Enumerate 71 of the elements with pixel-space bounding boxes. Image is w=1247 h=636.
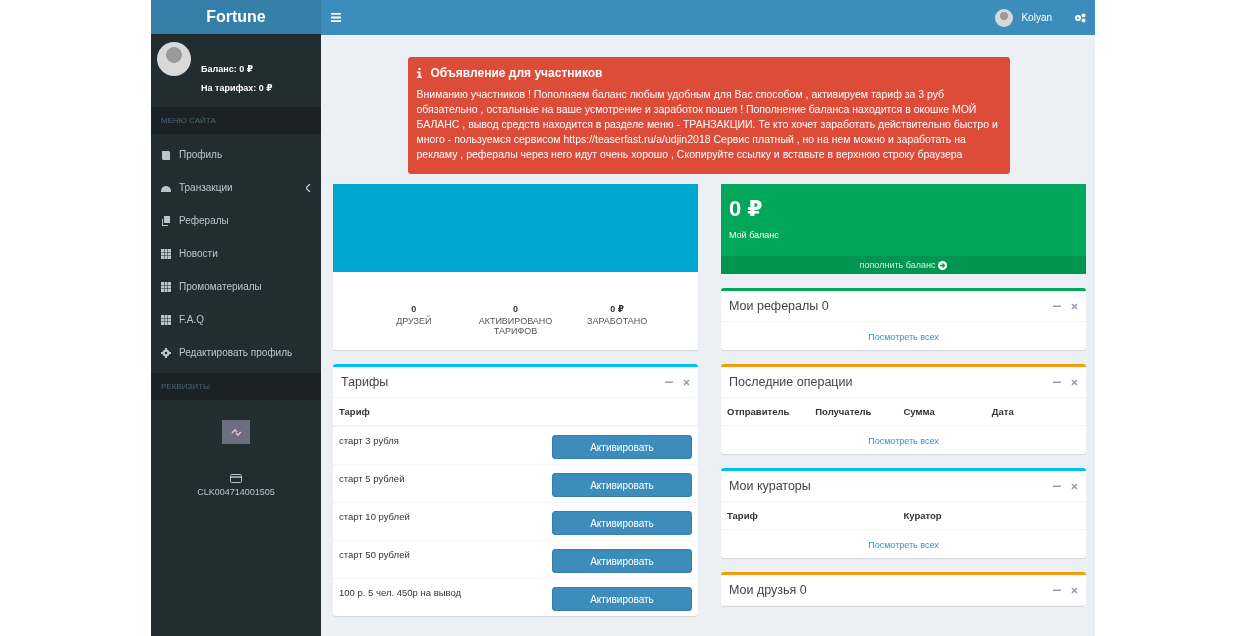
book-icon: [161, 149, 171, 160]
sidebar-item[interactable]: F.A.Q: [151, 303, 321, 336]
link-button[interactable]: [222, 420, 250, 444]
arrow-circle-icon: [938, 260, 948, 270]
settings-icon: [161, 347, 171, 358]
stat-label: ЗАРАБОТАНО: [587, 316, 648, 326]
menu-header: МЕНЮ САЙТА: [151, 107, 321, 134]
box-title: Последние операции: [729, 375, 854, 389]
table-cell: старт 50 рублей: [339, 549, 410, 560]
info-icon: [416, 68, 422, 78]
box-title: Тарифы: [341, 375, 390, 389]
settings-icon[interactable]: [1074, 12, 1086, 23]
announcement-text: Вниманию участников ! Пополняем баланс любым удобным для Вас способом , активируем тариф за 3 руб обязательно , остальные на ваше усмотрение и заработок пошел ! Пополнение баланса находится в окошке МОЙ БАЛАНС , вывод средств находится в разделе меню - ТРАНЗАКЦИИ. Те кто хочет заработать действительно быстро и много - пользуемся сервисом https://teaserfast.ru/a/udjin2018 Сервис платный , но на нем можно и заработать на рекламу , рефералы через него идут очень хорошо , Скопируйте ссылку и вставьте в верхнюю строку браузера: [416, 87, 999, 162]
close-icon[interactable]: [1071, 302, 1078, 310]
grid-icon: [161, 248, 171, 259]
column-header: Сумма: [903, 406, 936, 417]
table-cell: 100 р. 5 чел. 450р на вывод: [339, 587, 462, 598]
avatar: [995, 8, 1014, 27]
view-all-link[interactable]: Посмотреть всех: [868, 332, 939, 342]
column-header: Получатель: [815, 406, 873, 417]
tariffs-text: На тарифах: 0 ₽: [201, 83, 273, 93]
activate-button[interactable]: Активировать: [552, 549, 692, 573]
close-icon[interactable]: [683, 378, 690, 386]
section-header: РЕКВИЗИТЫ: [151, 373, 321, 400]
stat-value: 0 ₽: [610, 304, 625, 314]
column-header: Тариф: [727, 510, 759, 521]
activate-button[interactable]: Активировать: [552, 473, 692, 497]
grid-icon: [161, 314, 171, 325]
sidebar-item[interactable]: Редактировать профиль: [151, 336, 321, 369]
card-icon: [230, 474, 242, 483]
column-header: Тариф: [339, 406, 371, 417]
sidebar-item[interactable]: Транзакции: [151, 171, 321, 204]
chevron-icon: [306, 183, 311, 192]
box-title: Мои кураторы: [729, 479, 812, 493]
copy-icon: [161, 215, 171, 226]
balance-amount: 0 ₽: [729, 196, 764, 222]
box-title: Мои друзья 0: [729, 583, 808, 597]
table-cell: старт 3 рубля: [339, 435, 399, 446]
table-cell: старт 5 рублей: [339, 473, 405, 484]
top-up-link[interactable]: пополнить баланс: [721, 256, 1086, 274]
view-all-link[interactable]: Посмотреть всех: [868, 540, 939, 550]
balance-label: Мой баланс: [729, 230, 780, 240]
stat-label: ДРУЗЕЙ: [396, 316, 432, 326]
column-header: Дата: [991, 406, 1015, 417]
sidebar-item[interactable]: Профиль: [151, 138, 321, 171]
activate-button[interactable]: Активировать: [552, 511, 692, 535]
activate-button[interactable]: Активировать: [552, 587, 692, 611]
sidebar-item[interactable]: Промоматериалы: [151, 270, 321, 303]
brand-logo: Fortune: [151, 0, 321, 34]
balance-text: Баланс: 0 ₽: [201, 64, 254, 74]
close-icon[interactable]: [1071, 482, 1078, 490]
sidebar-item[interactable]: Рефералы: [151, 204, 321, 237]
column-header: Куратор: [903, 510, 943, 521]
stat-value: 0: [411, 304, 417, 314]
table-cell: старт 10 рублей: [339, 511, 410, 522]
close-icon[interactable]: [1071, 378, 1078, 386]
avatar: [157, 42, 191, 76]
box-title: Мои рефералы 0: [729, 299, 830, 313]
stat-value: 0: [513, 304, 518, 314]
grid-icon: [161, 281, 171, 292]
announcement-title: Объявление для участников: [430, 66, 603, 80]
close-icon[interactable]: [1071, 586, 1078, 594]
stat-label: АКТИВИРОВАНО ТАРИФОВ: [477, 316, 554, 336]
menu-icon[interactable]: [331, 13, 341, 22]
column-header: Отправитель: [727, 406, 791, 417]
activate-button[interactable]: Активировать: [552, 435, 692, 459]
link-icon: [230, 426, 242, 438]
sidebar-item[interactable]: Новости: [151, 237, 321, 270]
view-all-link[interactable]: Посмотреть всех: [868, 436, 939, 446]
user-name[interactable]: Kolyan: [1021, 12, 1052, 23]
requisite-number: CLK004714001505: [197, 487, 275, 497]
